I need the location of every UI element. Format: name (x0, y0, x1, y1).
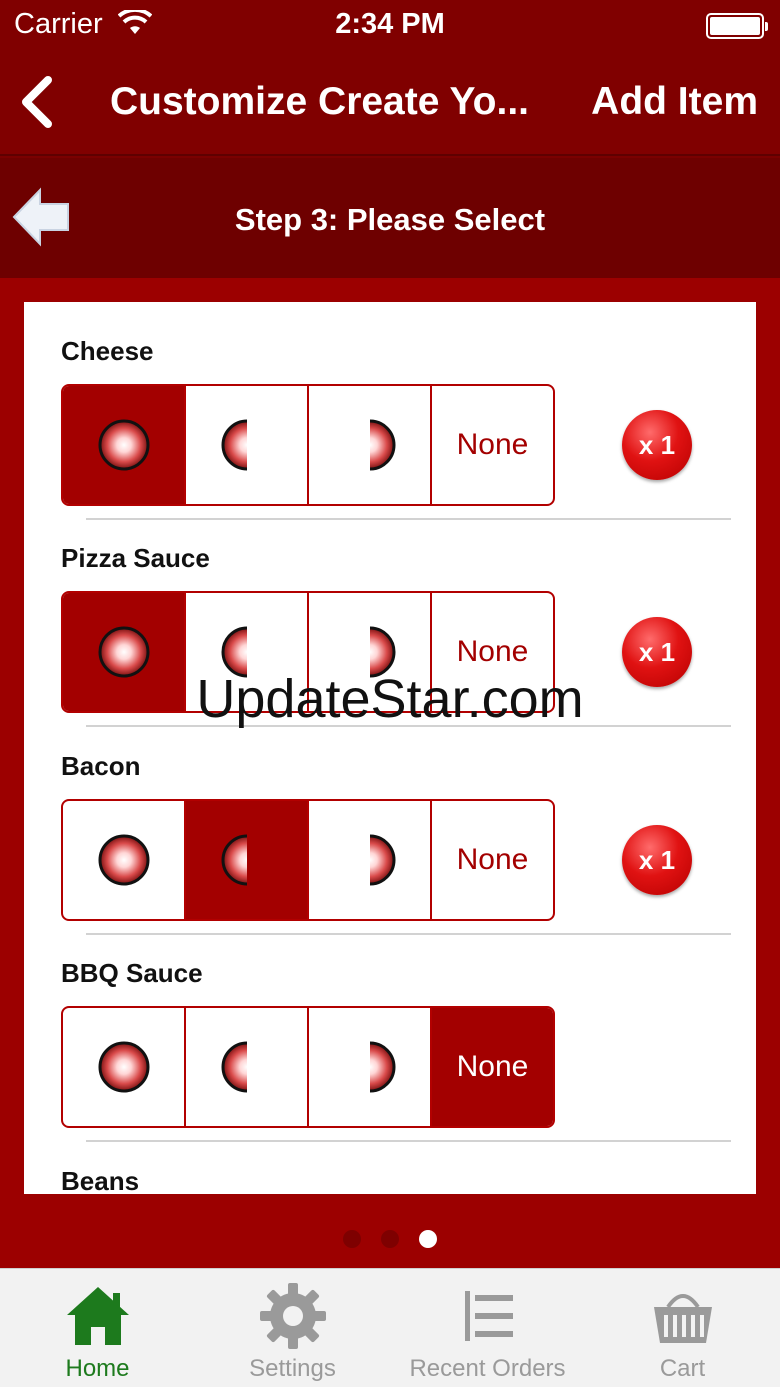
left-half-pizza-icon (221, 626, 247, 678)
portion-selector: None (61, 591, 555, 713)
page-title: Customize Create Yo... (110, 80, 530, 123)
topping-row-bbq-sauce: BBQ Sauce None (24, 924, 756, 1142)
right-half-pizza-icon (369, 419, 395, 471)
gear-icon (259, 1283, 326, 1349)
left-half-portion-button[interactable] (186, 801, 309, 919)
portion-selector: None (61, 799, 555, 921)
none-label: None (456, 843, 529, 876)
left-half-portion-button[interactable] (186, 1008, 309, 1126)
add-item-button[interactable]: Add Item (591, 80, 758, 124)
status-time: 2:34 PM (335, 8, 445, 40)
right-half-portion-button[interactable] (309, 1008, 432, 1126)
page-dot-3[interactable] (419, 1230, 437, 1248)
tab-bar: Home Settings Recent Orders Cart (0, 1268, 780, 1387)
page-dot-1[interactable] (343, 1230, 361, 1248)
page-indicator (0, 1230, 780, 1248)
tab-settings[interactable]: Settings (195, 1269, 390, 1387)
right-half-pizza-icon (369, 834, 395, 886)
tab-home[interactable]: Home (0, 1269, 195, 1387)
step-header: Step 3: Please Select (0, 158, 780, 278)
topping-name: Pizza Sauce (61, 543, 210, 573)
none-label: None (456, 1050, 529, 1083)
topping-row-bacon: Bacon None x 1 (24, 717, 756, 935)
navigation-bar: Customize Create Yo... Add Item (0, 52, 780, 156)
list-icon (464, 1291, 513, 1341)
right-half-portion-button[interactable] (309, 801, 432, 919)
page-dot-2[interactable] (381, 1230, 399, 1248)
topping-row-cheese: Cheese None x 1 (24, 302, 756, 520)
whole-pizza-icon (98, 1041, 149, 1093)
right-half-pizza-icon (369, 626, 395, 678)
quantity-badge[interactable]: x 1 (622, 825, 692, 895)
battery-icon (706, 13, 768, 39)
right-half-portion-button[interactable] (309, 386, 432, 504)
topping-name: Bacon (61, 751, 141, 781)
left-half-pizza-icon (221, 1041, 247, 1093)
topping-name: Beans (61, 1166, 140, 1194)
topping-card: Cheese None x 1 Pizza Sauce None x 1 Bac… (24, 302, 756, 1194)
right-half-pizza-icon (369, 1041, 395, 1093)
left-half-portion-button[interactable] (186, 593, 309, 711)
none-portion-button[interactable]: None (432, 593, 553, 711)
back-chevron-icon[interactable] (14, 74, 64, 130)
none-portion-button[interactable]: None (432, 801, 553, 919)
portion-selector: None (61, 1006, 555, 1128)
status-bar: Carrier 2:34 PM (0, 0, 780, 52)
step-title: Step 3: Please Select (234, 202, 546, 237)
left-half-portion-button[interactable] (186, 386, 309, 504)
topping-name: BBQ Sauce (61, 958, 203, 988)
portion-selector: None (61, 384, 555, 506)
topping-row-pizza-sauce: Pizza Sauce None x 1 (24, 509, 756, 727)
quantity-badge[interactable]: x 1 (622, 410, 692, 480)
tab-cart[interactable]: Cart (585, 1269, 780, 1387)
whole-portion-button[interactable] (63, 801, 186, 919)
tab-label: Recent Orders (409, 1355, 566, 1382)
none-label: None (456, 428, 529, 461)
right-half-portion-button[interactable] (309, 593, 432, 711)
none-label: None (456, 635, 529, 668)
content-frame: Cheese None x 1 Pizza Sauce None x 1 Bac… (0, 278, 780, 1268)
tab-recent-orders[interactable]: Recent Orders (390, 1269, 585, 1387)
tab-label: Settings (249, 1355, 336, 1382)
quantity-badge[interactable]: x 1 (622, 617, 692, 687)
tab-label: Home (65, 1355, 130, 1382)
tab-label: Cart (659, 1355, 706, 1382)
whole-pizza-icon (98, 419, 149, 471)
topping-name: Cheese (61, 336, 154, 366)
none-portion-button[interactable]: None (432, 1008, 553, 1126)
whole-portion-button[interactable] (63, 386, 186, 504)
left-half-pizza-icon (221, 834, 247, 886)
whole-portion-button[interactable] (63, 593, 186, 711)
left-half-pizza-icon (221, 419, 247, 471)
home-icon (66, 1287, 129, 1345)
whole-portion-button[interactable] (63, 1008, 186, 1126)
whole-pizza-icon (98, 834, 149, 886)
topping-row-beans: Beans (24, 1132, 756, 1194)
none-portion-button[interactable]: None (432, 386, 553, 504)
basket-icon (653, 1294, 712, 1343)
whole-pizza-icon (98, 626, 149, 678)
